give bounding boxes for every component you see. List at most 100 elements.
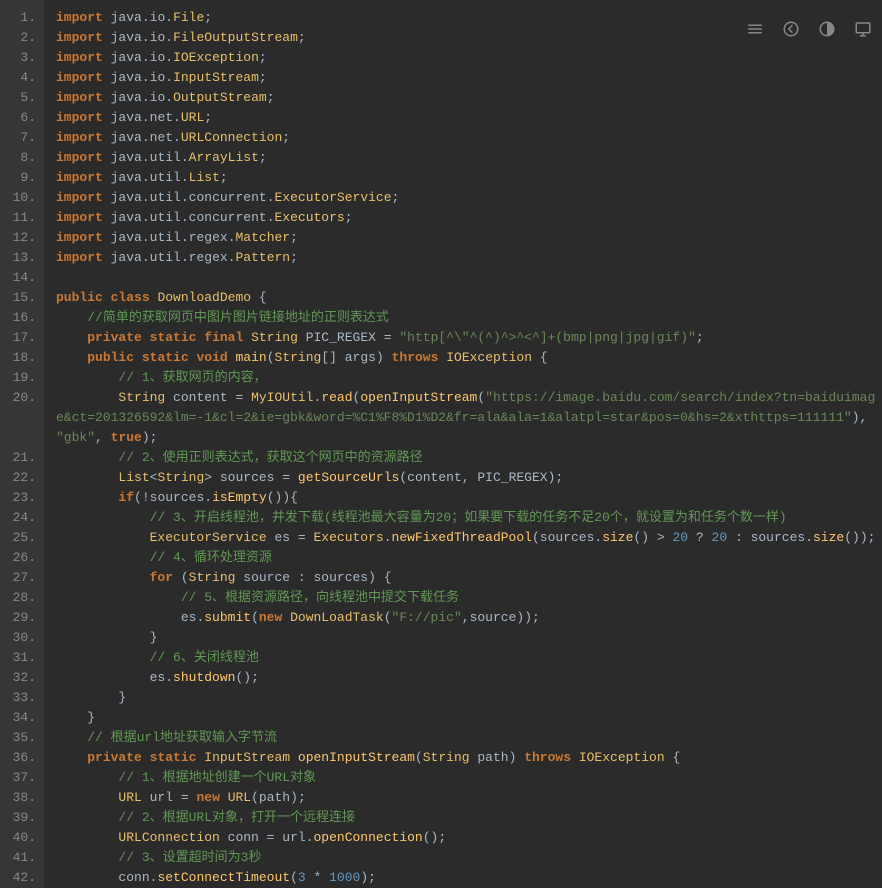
code-line[interactable]: // 2、使用正则表达式，获取这个网页中的资源路径	[56, 448, 882, 468]
token-op: ;	[298, 30, 306, 45]
code-line[interactable]: conn.setConnectTimeout(3 * 1000);	[56, 868, 882, 888]
token-str: "gbk"	[56, 430, 95, 445]
code-line[interactable]: import java.util.concurrent.Executors;	[56, 208, 882, 228]
code-line[interactable]: import java.net.URL;	[56, 108, 882, 128]
token-op: =	[181, 790, 189, 805]
token-op: {	[672, 750, 680, 765]
token-cls: String	[423, 750, 470, 765]
token-op: .	[173, 130, 181, 145]
token-id	[867, 410, 875, 425]
code-line[interactable]: import java.util.ArrayList;	[56, 148, 882, 168]
code-line[interactable]: //简单的获取网页中图片图片链接地址的正则表达式	[56, 308, 882, 328]
token-method: read	[321, 390, 352, 405]
token-op: }	[118, 690, 126, 705]
code-line[interactable]: URLConnection conn = url.openConnection(…	[56, 828, 882, 848]
token-op: )	[852, 410, 860, 425]
code-line[interactable]: import java.util.concurrent.ExecutorServ…	[56, 188, 882, 208]
token-id: url	[142, 790, 181, 805]
token-num: 1000	[329, 870, 360, 885]
code-area[interactable]: import java.io.File;import java.io.FileO…	[44, 0, 882, 888]
token-kw: import	[56, 30, 103, 45]
code-line[interactable]: private static final String PIC_REGEX = …	[56, 328, 882, 348]
code-line[interactable]: es.submit(new DownLoadTask("F://pic",sou…	[56, 608, 882, 628]
code-line[interactable]: for (String source : sources) {	[56, 568, 882, 588]
code-line[interactable]: import java.io.IOException;	[56, 48, 882, 68]
code-line[interactable]: // 根据url地址获取输入字节流	[56, 728, 882, 748]
code-line[interactable]: // 2、根据URL对象，打开一个远程连接	[56, 808, 882, 828]
token-op: (	[267, 350, 275, 365]
code-line[interactable]: es.shutdown();	[56, 668, 882, 688]
token-cls: URLConnection	[118, 830, 219, 845]
code-line[interactable]: // 5、根据资源路径，向线程池中提交下载任务	[56, 588, 882, 608]
code-line[interactable]: }	[56, 688, 882, 708]
contrast-icon[interactable]	[818, 20, 836, 38]
code-line[interactable]: import java.net.URLConnection;	[56, 128, 882, 148]
token-kw: for	[150, 570, 173, 585]
token-op: .	[142, 130, 150, 145]
code-line[interactable]: // 1、获取网页的内容，	[56, 368, 882, 388]
token-id: io	[150, 90, 166, 105]
code-line[interactable]: ExecutorService es = Executors.newFixedT…	[56, 528, 882, 548]
back-icon[interactable]	[782, 20, 800, 38]
token-cls: DownLoadTask	[290, 610, 384, 625]
token-str: "F://pic"	[392, 610, 462, 625]
code-line[interactable]: import java.io.InputStream;	[56, 68, 882, 88]
token-id	[282, 610, 290, 625]
token-op: }	[87, 710, 95, 725]
token-kw: import	[56, 230, 103, 245]
code-line[interactable]: public class DownloadDemo {	[56, 288, 882, 308]
editor-toolbar	[746, 20, 872, 38]
token-kw: new	[259, 610, 282, 625]
token-id	[56, 630, 150, 645]
token-op: )	[641, 530, 649, 545]
token-kw: class	[111, 290, 150, 305]
code-line[interactable]: public static void main(String[] args) t…	[56, 348, 882, 368]
code-line[interactable]: // 1、根据地址创建一个URL对象	[56, 768, 882, 788]
token-id: path	[259, 790, 290, 805]
token-id	[727, 530, 735, 545]
token-op: ;	[259, 70, 267, 85]
code-line[interactable]: import java.util.List;	[56, 168, 882, 188]
code-line[interactable]: // 3、开启线程池，并发下载(线程池最大容量为20；如果要下载的任务不足20个…	[56, 508, 882, 528]
token-id	[306, 870, 314, 885]
token-id	[532, 350, 540, 365]
code-line[interactable]: String content = MyIOUtil.read(openInput…	[56, 388, 882, 448]
token-op: (	[251, 610, 259, 625]
line-number: 41.	[4, 848, 36, 868]
code-line[interactable]: }	[56, 628, 882, 648]
token-op: (	[290, 870, 298, 885]
line-number: 9.	[4, 168, 36, 188]
token-op: .	[228, 230, 236, 245]
token-kw: import	[56, 190, 103, 205]
code-line[interactable]: import java.util.regex.Matcher;	[56, 228, 882, 248]
code-line[interactable]: import java.util.regex.Pattern;	[56, 248, 882, 268]
token-cls: URL	[118, 790, 141, 805]
list-icon[interactable]	[746, 20, 764, 38]
code-line[interactable]: // 3、设置超时间为3秒	[56, 848, 882, 868]
code-line[interactable]: List<String> sources = getSourceUrls(con…	[56, 468, 882, 488]
code-line[interactable]: private static InputStream openInputStre…	[56, 748, 882, 768]
monitor-icon[interactable]	[854, 20, 872, 38]
token-op: .	[142, 70, 150, 85]
line-number: 30.	[4, 628, 36, 648]
token-cls: InputStream	[204, 750, 290, 765]
token-id	[56, 310, 87, 325]
code-line[interactable]: // 6、关闭线程池	[56, 648, 882, 668]
code-editor[interactable]: 1.2.3.4.5.6.7.8.9.10.11.12.13.14.15.16.1…	[0, 0, 882, 888]
line-number: 2.	[4, 28, 36, 48]
token-id	[290, 470, 298, 485]
token-op: )	[290, 790, 298, 805]
token-id: net	[150, 110, 173, 125]
token-id: source	[470, 610, 517, 625]
token-id: es	[56, 610, 196, 625]
code-line[interactable]: import java.io.OutputStream;	[56, 88, 882, 108]
token-op: =	[298, 530, 306, 545]
token-op: ?	[696, 530, 704, 545]
token-id	[704, 530, 712, 545]
code-line[interactable]: if(!sources.isEmpty()){	[56, 488, 882, 508]
code-line[interactable]	[56, 268, 882, 288]
code-line[interactable]: }	[56, 708, 882, 728]
token-kw: import	[56, 110, 103, 125]
code-line[interactable]: // 4、循环处理资源	[56, 548, 882, 568]
code-line[interactable]: URL url = new URL(path);	[56, 788, 882, 808]
